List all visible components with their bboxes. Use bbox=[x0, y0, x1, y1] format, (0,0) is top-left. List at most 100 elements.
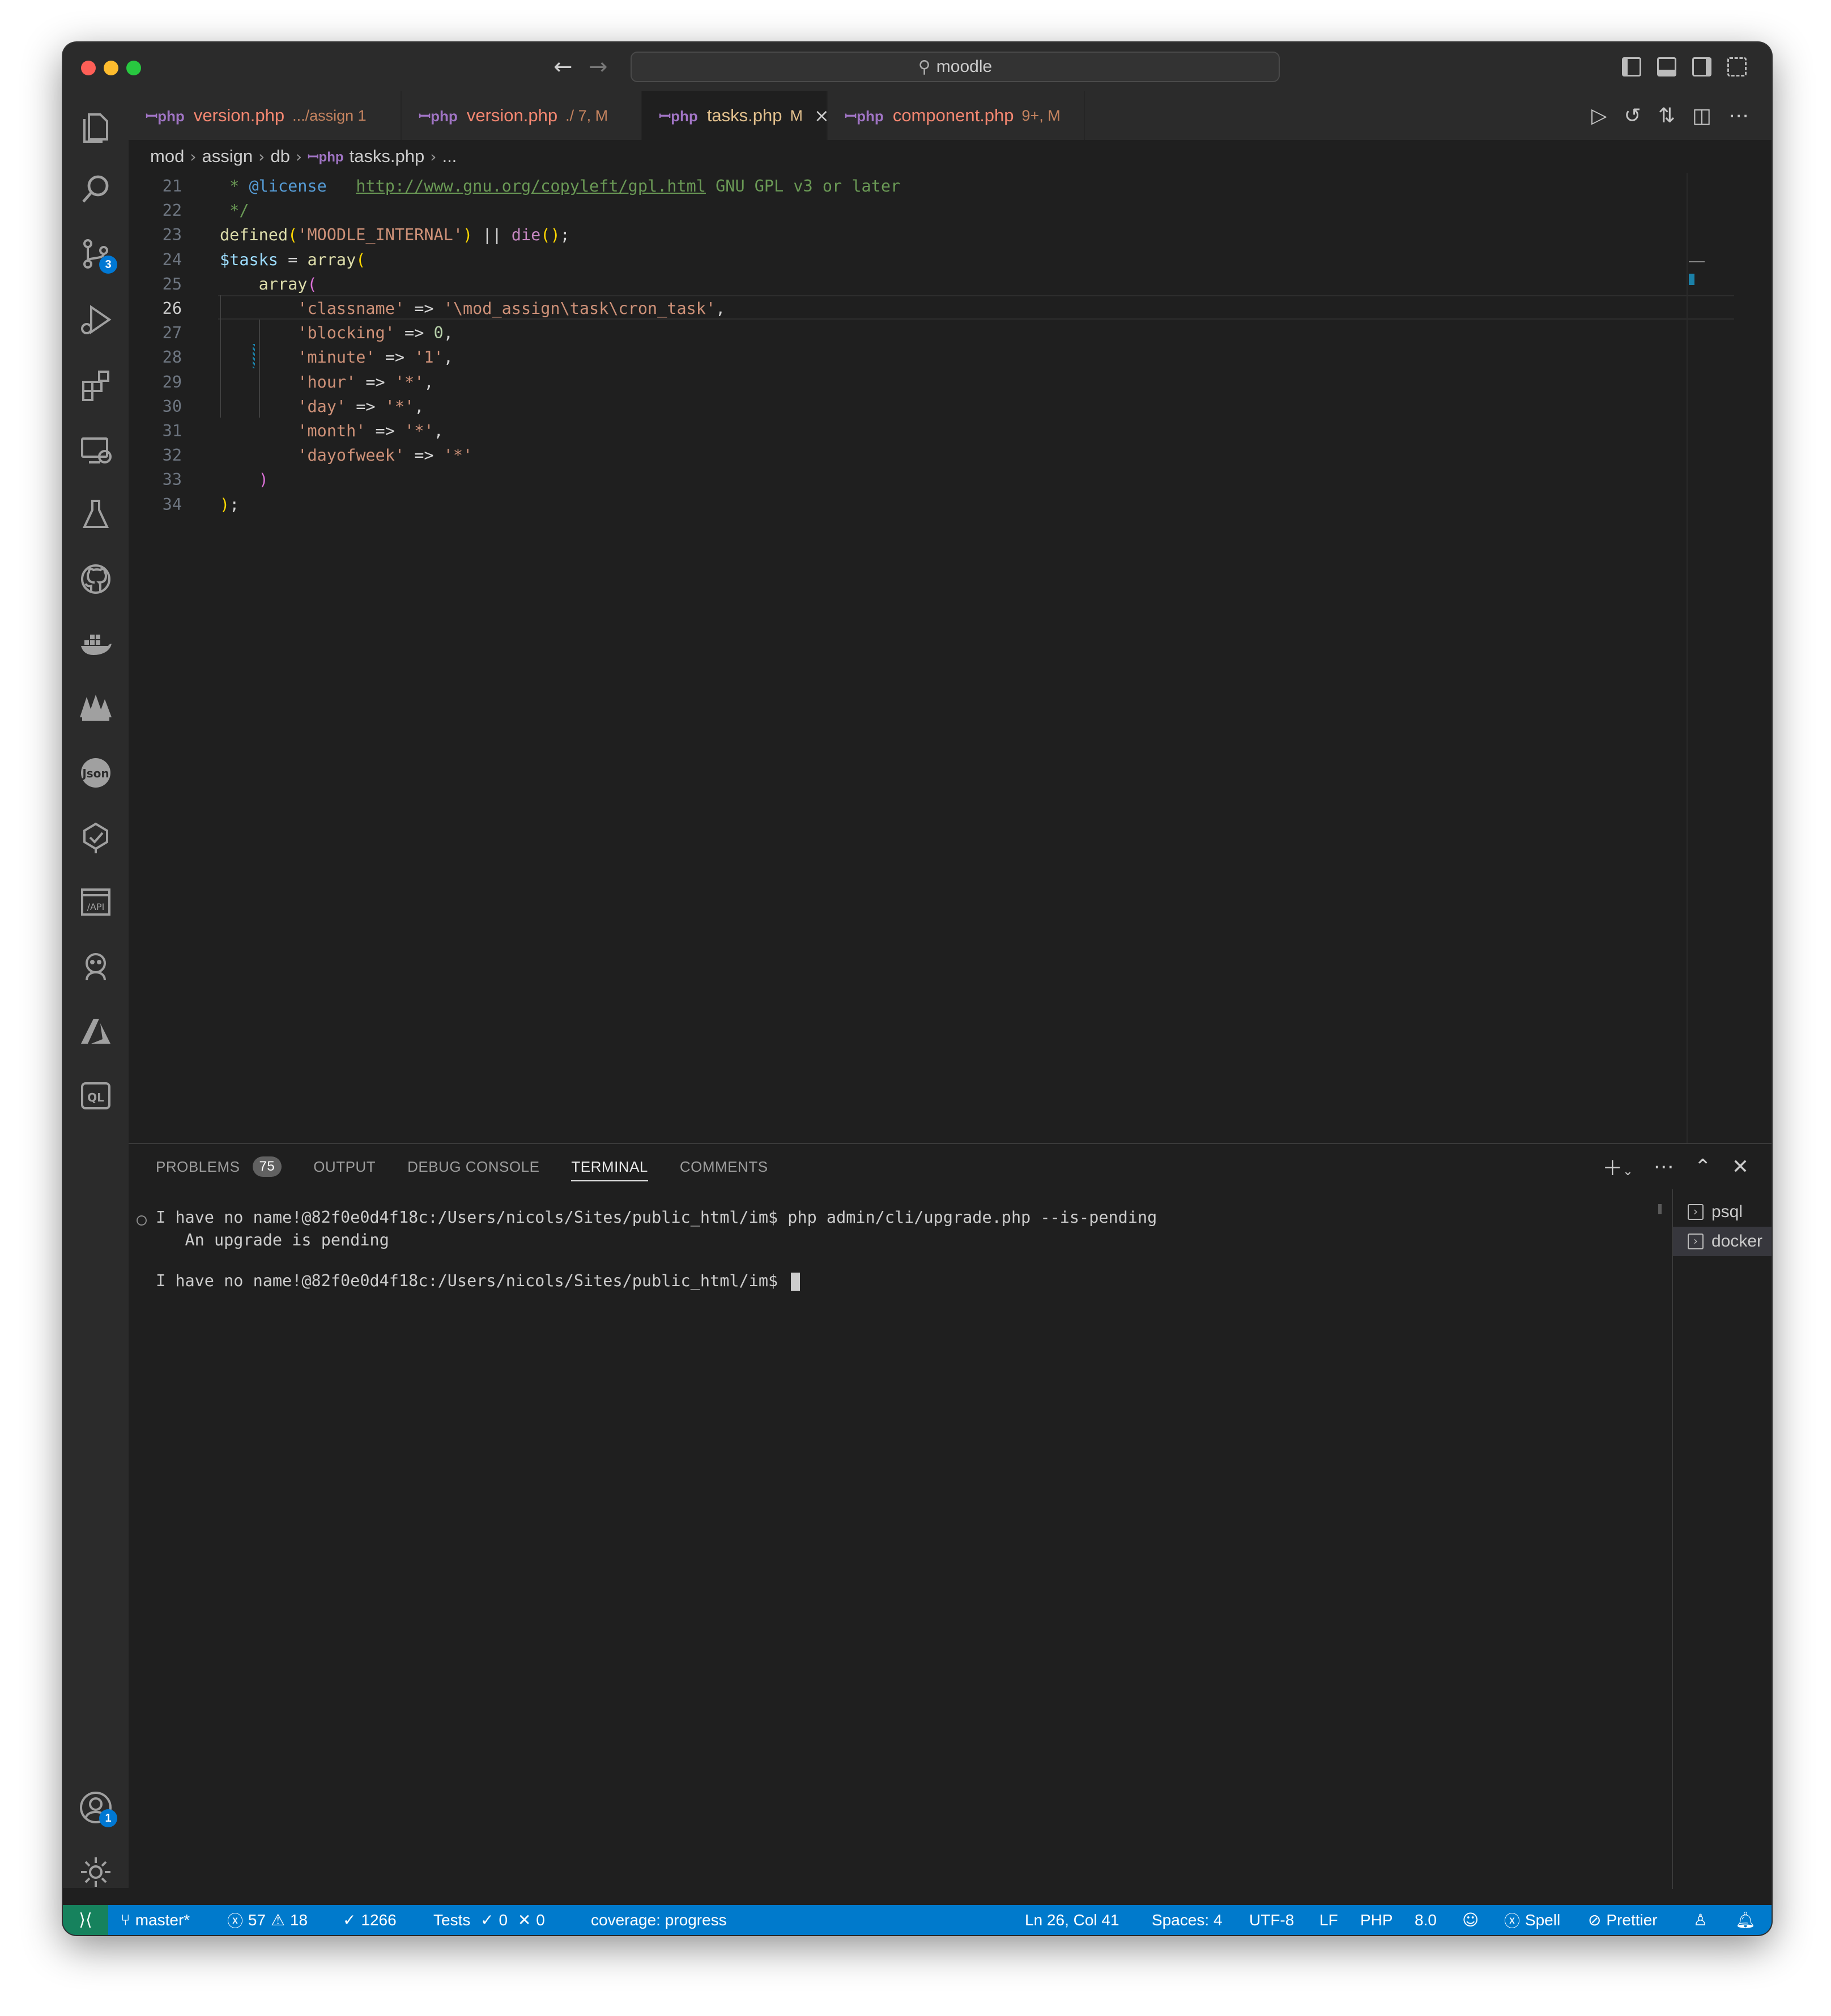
breadcrumb-file[interactable]: tasks.php bbox=[350, 146, 425, 167]
code-line[interactable]: 21 * @license http://www.gnu.org/copylef… bbox=[129, 174, 1726, 198]
testing-icon[interactable] bbox=[63, 489, 129, 540]
open-changes-icon[interactable]: ⇅ bbox=[1658, 104, 1675, 127]
zoom-window-button[interactable] bbox=[126, 61, 141, 75]
maximize-panel-icon[interactable]: ⌃ bbox=[1694, 1155, 1711, 1179]
tree-view-icon[interactable] bbox=[63, 683, 129, 734]
search-icon[interactable] bbox=[63, 164, 129, 215]
accounts-icon[interactable]: 1 bbox=[63, 1782, 129, 1833]
extensions-icon[interactable] bbox=[63, 360, 129, 411]
tab-problems[interactable]: PROBLEMS 75 bbox=[156, 1144, 282, 1189]
close-panel-icon[interactable]: ✕ bbox=[1732, 1155, 1749, 1179]
tests-status[interactable]: Tests ✓ 0 ✕ 0 bbox=[433, 1905, 545, 1935]
problems-status[interactable]: ⓧ 57 ⚠ 18 bbox=[227, 1905, 308, 1935]
json-icon[interactable]: Json bbox=[63, 747, 129, 798]
code-line[interactable]: 29 'hour' => '*', bbox=[129, 370, 1726, 394]
tab-description: ./ 7, M bbox=[565, 107, 608, 124]
docker-icon[interactable] bbox=[63, 618, 129, 669]
terminal-item-psql[interactable]: › psql bbox=[1673, 1197, 1772, 1227]
forward-arrow-icon[interactable]: → bbox=[589, 54, 608, 80]
code-line[interactable]: 34); bbox=[129, 492, 1726, 517]
terminal-item-docker[interactable]: › docker bbox=[1673, 1227, 1772, 1256]
code-line[interactable]: 31 'month' => '*', bbox=[129, 419, 1726, 443]
gitlens-icon[interactable] bbox=[63, 812, 129, 863]
code-token: '\mod_assign\task\cron_task' bbox=[443, 299, 716, 318]
explorer-icon[interactable] bbox=[63, 100, 129, 151]
github-icon[interactable] bbox=[63, 554, 129, 605]
split-editor-icon[interactable]: ◫ bbox=[1692, 104, 1711, 127]
editor-tab-bar: ꟷphp version.php .../assign 1 ꟷphp versi… bbox=[129, 91, 1772, 140]
tab-comments[interactable]: COMMENTS bbox=[680, 1144, 768, 1189]
remote-explorer-icon[interactable] bbox=[63, 424, 129, 475]
code-line[interactable]: 33 ) bbox=[129, 467, 1726, 492]
close-tab-icon[interactable]: × bbox=[814, 105, 829, 126]
feedback-icon[interactable]: ♙ bbox=[1693, 1905, 1707, 1935]
indentation-status[interactable]: Spaces: 4 bbox=[1152, 1905, 1223, 1935]
breadcrumb-assign[interactable]: assign bbox=[202, 146, 253, 167]
jenkins-icon[interactable] bbox=[63, 941, 129, 992]
code-line[interactable]: 27 'blocking' => 0, bbox=[129, 321, 1726, 345]
code-line[interactable]: 23 defined('MOODLE_INTERNAL') || die(); bbox=[129, 223, 1726, 247]
toggle-panel-icon[interactable] bbox=[1657, 57, 1676, 76]
customize-layout-icon[interactable] bbox=[1727, 57, 1747, 76]
terminal-scrollbar[interactable] bbox=[1658, 1204, 1662, 1214]
tab-version-php-local[interactable]: ꟷphp version.php ./ 7, M bbox=[402, 91, 642, 140]
eol-status[interactable]: LF bbox=[1319, 1905, 1338, 1935]
settings-gear-icon[interactable] bbox=[63, 1847, 129, 1898]
terminal-output[interactable]: I have no name!@82f0e0d4f18c:/Users/nico… bbox=[137, 1206, 1157, 1319]
new-terminal-icon[interactable]: ＋⌄ bbox=[1602, 1152, 1633, 1181]
editor-scrollbar[interactable] bbox=[1687, 173, 1705, 1181]
source-control-icon[interactable]: 3 bbox=[63, 228, 129, 279]
copilot-icon[interactable]: ☺ bbox=[1462, 1905, 1479, 1935]
more-actions-icon[interactable]: ⋯ bbox=[1654, 1155, 1674, 1179]
tab-component-php[interactable]: ꟷphp component.php 9+, M bbox=[828, 91, 1085, 140]
minimize-window-button[interactable] bbox=[104, 61, 118, 75]
tab-debug-console[interactable]: DEBUG CONSOLE bbox=[407, 1144, 539, 1189]
run-debug-icon[interactable] bbox=[63, 294, 129, 345]
encoding-status[interactable]: UTF-8 bbox=[1249, 1905, 1294, 1935]
svg-text:Json: Json bbox=[81, 767, 109, 780]
php-version[interactable]: 8.0 bbox=[1415, 1905, 1437, 1935]
code-line[interactable]: 25 array( bbox=[129, 272, 1726, 296]
tab-version-php-assign[interactable]: ꟷphp version.php .../assign 1 bbox=[129, 91, 402, 140]
azure-icon[interactable] bbox=[63, 1006, 129, 1057]
breadcrumb-mod[interactable]: mod bbox=[150, 146, 184, 167]
code-line[interactable]: 30 'day' => '*', bbox=[129, 394, 1726, 419]
codeql-icon[interactable]: QL bbox=[63, 1070, 129, 1121]
vscode-window: ← → ⚲ moodle 3 Json /API QL 1 ꟷphp versi… bbox=[63, 42, 1772, 1935]
tab-output[interactable]: OUTPUT bbox=[313, 1144, 376, 1189]
code-token: '*' bbox=[404, 422, 434, 440]
run-file-icon[interactable]: ▷ bbox=[1591, 104, 1607, 127]
back-arrow-icon[interactable]: ← bbox=[553, 54, 573, 80]
timeline-history-icon[interactable]: ↺ bbox=[1624, 104, 1641, 127]
code-line[interactable]: 28 'minute' => '1', bbox=[129, 345, 1726, 369]
code-line[interactable]: 26 'classname' => '\mod_assign\task\cron… bbox=[129, 296, 1726, 321]
remote-indicator-icon[interactable]: ⟩⟨ bbox=[63, 1905, 108, 1935]
tests-label: Tests bbox=[433, 1911, 471, 1929]
breadcrumb-symbols[interactable]: ... bbox=[442, 146, 457, 167]
cursor-position[interactable]: Ln 26, Col 41 bbox=[1025, 1905, 1119, 1935]
language-mode[interactable]: PHP bbox=[1360, 1905, 1393, 1935]
breadcrumb-db[interactable]: db bbox=[270, 146, 289, 167]
toggle-secondary-sidebar-icon[interactable] bbox=[1692, 57, 1711, 76]
tests-fail-count: 0 bbox=[536, 1911, 545, 1929]
tab-tasks-php[interactable]: ꟷphp tasks.php M × bbox=[642, 91, 829, 140]
code-token: * bbox=[220, 177, 249, 195]
tab-terminal[interactable]: TERMINAL bbox=[571, 1144, 649, 1189]
coverage-status[interactable]: coverage: progress bbox=[591, 1905, 727, 1935]
more-actions-icon[interactable]: ⋯ bbox=[1728, 104, 1749, 127]
code-editor[interactable]: 21 * @license http://www.gnu.org/copylef… bbox=[129, 173, 1772, 1181]
code-line[interactable]: 24 $tasks = array( bbox=[129, 248, 1726, 272]
checks-status[interactable]: ✓ 1266 bbox=[343, 1905, 397, 1935]
code-token: 'hour' bbox=[297, 372, 356, 392]
notifications-bell-icon[interactable]: 🔔︎ bbox=[1735, 1905, 1756, 1935]
api-icon[interactable]: /API bbox=[63, 877, 129, 928]
prettier-status[interactable]: ⊘ Prettier bbox=[1588, 1905, 1658, 1935]
code-line[interactable]: 22 */ bbox=[129, 198, 1726, 223]
close-window-button[interactable] bbox=[81, 61, 96, 75]
branch-status[interactable]: ⑂ master* bbox=[121, 1905, 190, 1935]
spell-status[interactable]: ⓧ Spell bbox=[1504, 1905, 1560, 1935]
command-center-search[interactable]: ⚲ moodle bbox=[631, 52, 1280, 82]
toggle-primary-sidebar-icon[interactable] bbox=[1622, 57, 1641, 76]
code-token: 'month' bbox=[297, 422, 366, 440]
code-line[interactable]: 32 'dayofweek' => '*' bbox=[129, 443, 1726, 467]
